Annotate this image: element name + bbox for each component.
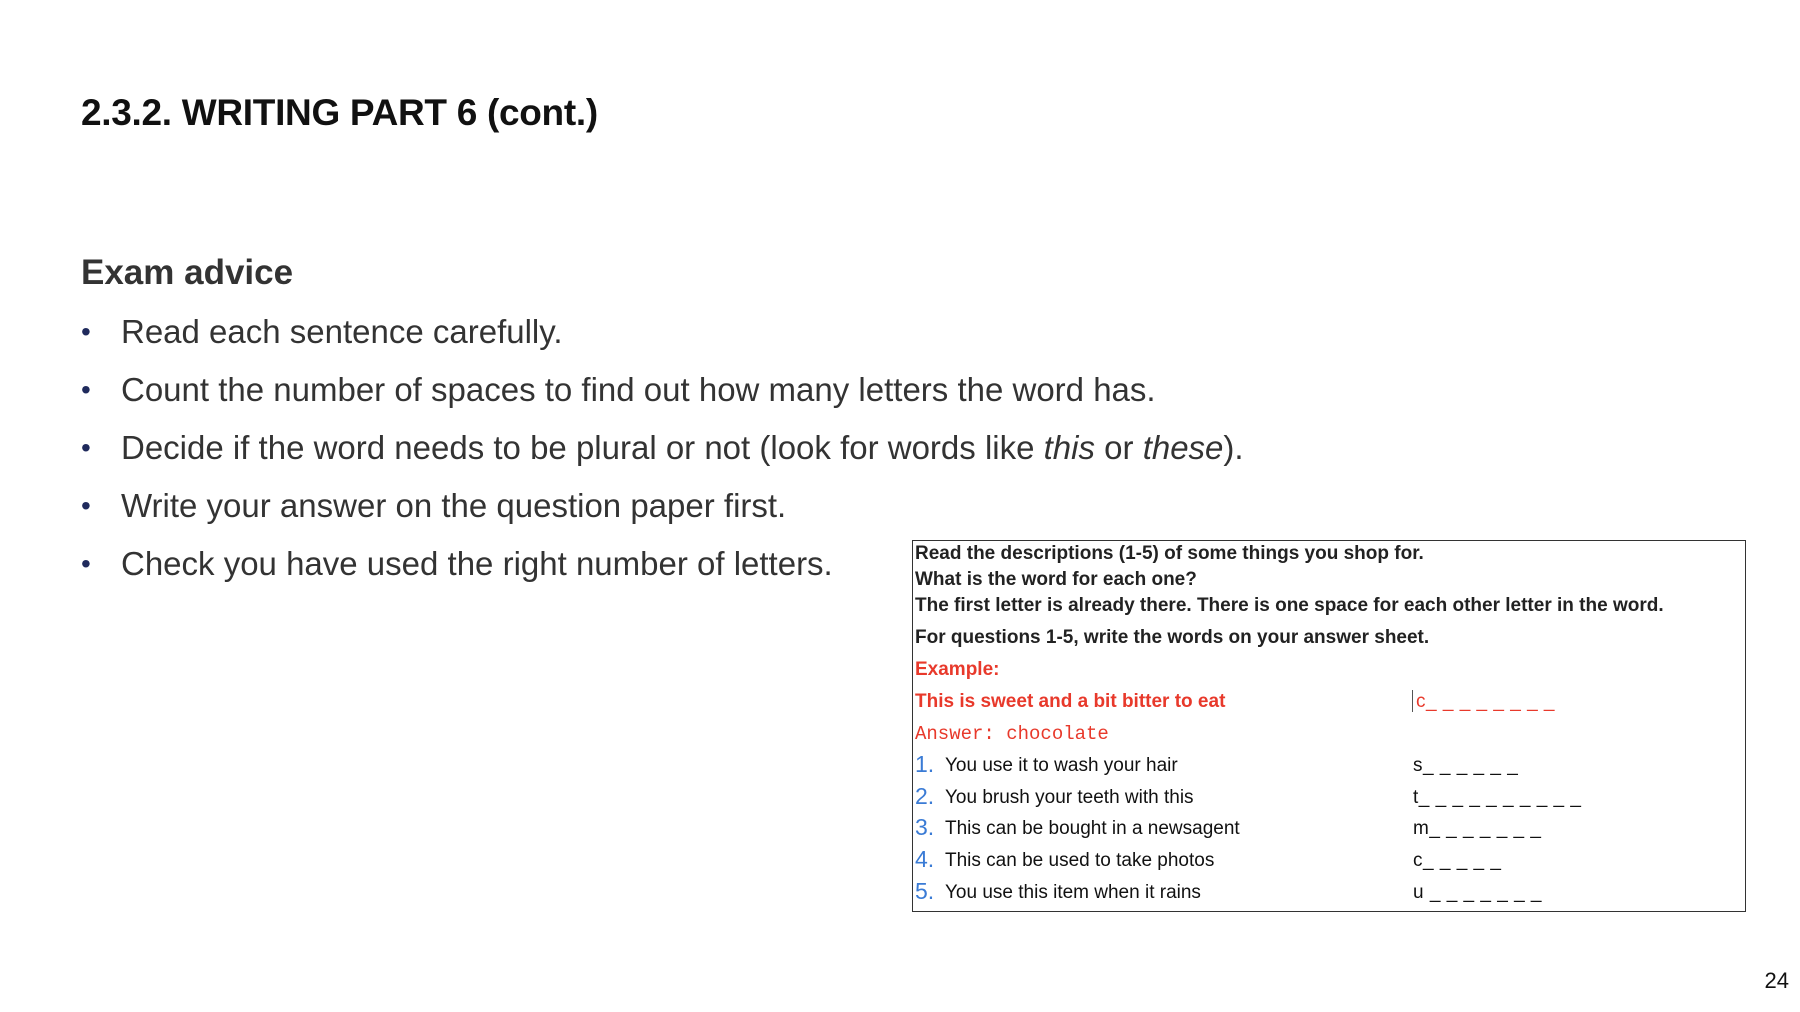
question-text: This can be bought in a newsagent [945,818,1240,839]
example-task-box: Read the descriptions (1-5) of some thin… [912,540,1746,912]
advice-text-post: ). [1223,429,1244,466]
question-number: 3. [915,814,935,840]
question-number: 5. [915,878,935,904]
bullet-icon: • [81,432,91,463]
question-text: You use this item when it rains [945,882,1201,903]
advice-text-em: these [1142,429,1224,466]
advice-text-mid: or [1095,429,1143,466]
question-number: 2. [915,783,935,809]
question-text: You brush your teeth with this [945,787,1194,808]
advice-item: • Count the number of spaces to find out… [81,367,1244,425]
question-row: 5. You use this item when it rains u _ _… [915,878,1735,907]
example-answer: Answer: chocolate [915,723,1109,745]
example-blank: c_ _ _ _ _ _ _ _ [1416,691,1555,712]
question-row: 1. You use it to wash your hair s_ _ _ _… [915,751,1735,780]
advice-text: Count the number of spaces to find out h… [121,371,1156,408]
question-row: 2. You brush your teeth with this t_ _ _… [915,783,1735,812]
question-row: 4. This can be used to take photos c_ _ … [915,846,1735,875]
advice-text-em: this [1043,429,1095,466]
advice-text: Check you have used the right number of … [121,545,833,582]
question-text: This can be used to take photos [945,850,1215,871]
question-number: 4. [915,846,935,872]
question-number: 1. [915,751,935,777]
question-blank: s_ _ _ _ _ _ [1413,755,1519,776]
instruction-line: What is the word for each one? [915,569,1197,590]
bullet-icon: • [81,490,91,521]
advice-text: Read each sentence carefully. [121,313,563,350]
instruction-line: The first letter is already there. There… [915,595,1664,616]
instruction-line: Read the descriptions (1-5) of some thin… [915,543,1424,564]
advice-text: Write your answer on the question paper … [121,487,787,524]
advice-item: • Write your answer on the question pape… [81,483,1244,541]
bullet-icon: • [81,374,91,405]
bullet-icon: • [81,316,91,347]
example-sentence: This is sweet and a bit bitter to eat [915,691,1226,712]
advice-item: • Read each sentence carefully. [81,309,1244,367]
text-cursor [1412,690,1413,712]
question-row: 3. This can be bought in a newsagent m_ … [915,814,1735,843]
page-title: 2.3.2. WRITING PART 6 (cont.) [81,92,598,133]
advice-text-pre: Decide if the word needs to be plural or… [121,429,1044,466]
advice-heading: Exam advice [81,253,294,292]
question-blank: m_ _ _ _ _ _ _ [1413,818,1542,839]
question-blank: t_ _ _ _ _ _ _ _ _ _ [1413,787,1582,808]
page-number: 24 [1764,968,1789,993]
advice-item: • Decide if the word needs to be plural … [81,425,1244,483]
instruction-line: For questions 1-5, write the words on yo… [915,627,1430,648]
example-label: Example: [915,659,1000,680]
question-blank: c_ _ _ _ _ [1413,850,1502,871]
question-text: You use it to wash your hair [945,755,1178,776]
bullet-icon: • [81,548,91,579]
question-blank: u _ _ _ _ _ _ _ [1413,882,1542,903]
